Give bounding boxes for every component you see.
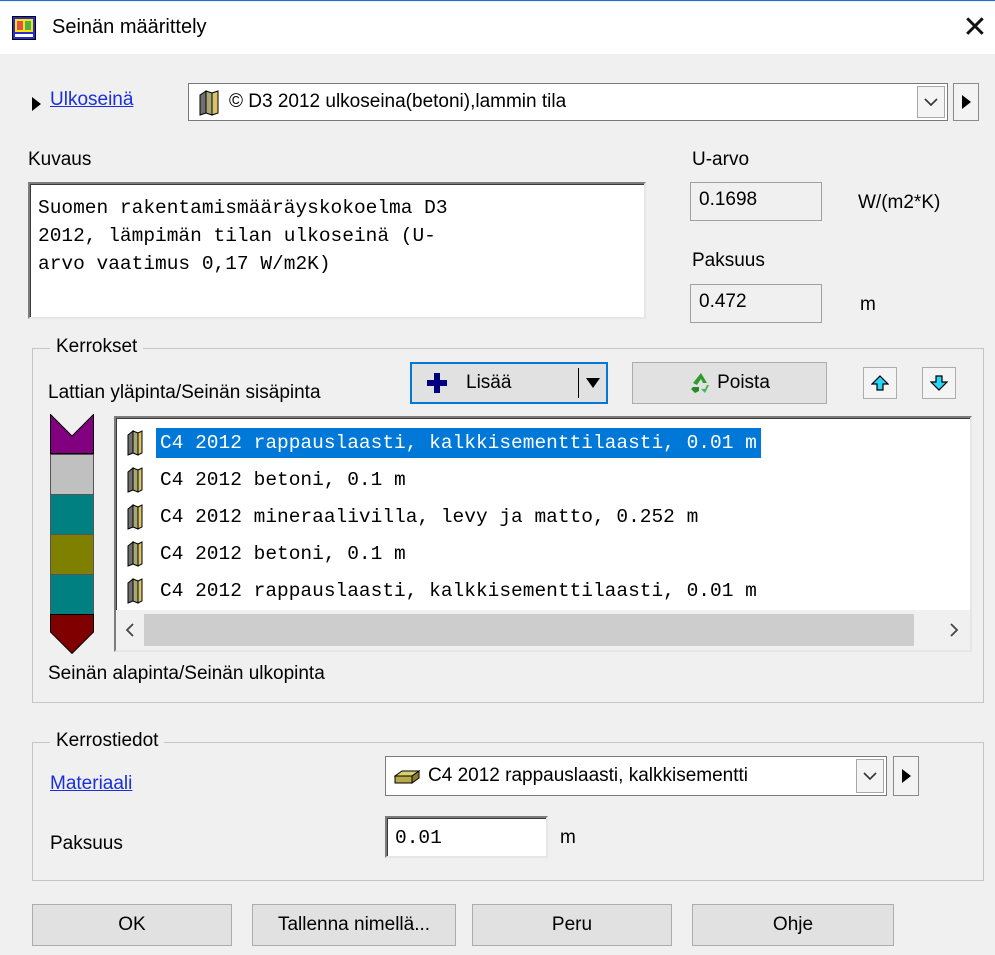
cancel-button[interactable]: Peru xyxy=(472,904,672,946)
arrow-right-icon xyxy=(961,95,971,109)
layer-swatch xyxy=(50,454,94,494)
save-as-button[interactable]: Tallenna nimellä... xyxy=(252,904,456,946)
scrollbar-thumb[interactable] xyxy=(144,614,914,646)
close-icon[interactable]: ✕ xyxy=(958,8,992,48)
chevron-down-icon xyxy=(863,772,877,781)
u-value-field: 0.1698 xyxy=(690,182,822,221)
layer-thickness-value: 0.01 xyxy=(395,827,442,849)
split-divider xyxy=(578,368,579,398)
layers-bottom-label: Seinän alapinta/Seinän ulkopinta xyxy=(48,663,325,684)
u-value-unit: W/(m2*K) xyxy=(858,192,941,213)
caret-down-icon[interactable] xyxy=(586,378,600,388)
layer-bottom-cap xyxy=(50,614,94,654)
list-item[interactable]: C4 2012 betoni, 0.1 m xyxy=(116,535,410,572)
layer-details-group-label: Kerrostiedot xyxy=(50,730,165,752)
ok-button[interactable]: OK xyxy=(32,904,232,946)
u-value-label: U-arvo xyxy=(692,149,750,170)
remove-layer-button[interactable]: Poista xyxy=(632,362,827,404)
wall-type-select[interactable]: © D3 2012 ulkoseina(betoni),lammin tila xyxy=(188,83,948,121)
material-next-button[interactable] xyxy=(893,756,919,796)
layer-swatch xyxy=(50,574,94,614)
layer-swatch xyxy=(50,534,94,574)
wall-type-dropdown-button[interactable] xyxy=(917,86,945,118)
material-value: C4 2012 rappauslaasti, kalkkisementti xyxy=(428,765,749,786)
description-text: Suomen rakentamismääräyskokoelma D3 2012… xyxy=(38,197,448,275)
layer-thickness-unit: m xyxy=(560,827,576,848)
help-button[interactable]: Ohje xyxy=(692,904,894,946)
wall-type-link[interactable]: Ulkoseinä xyxy=(50,89,133,111)
arrow-up-icon xyxy=(871,375,889,391)
wall-icon xyxy=(127,540,143,567)
layers-group-label: Kerrokset xyxy=(50,336,144,358)
horizontal-scrollbar[interactable] xyxy=(116,610,970,650)
arrow-right-icon xyxy=(901,769,911,783)
material-dropdown-button[interactable] xyxy=(856,759,884,793)
material-select[interactable]: C4 2012 rappauslaasti, kalkkisementti xyxy=(385,756,887,796)
move-down-button[interactable] xyxy=(922,367,956,399)
dialog-title: Seinän määrittely xyxy=(52,16,207,38)
add-layer-label: Lisää xyxy=(466,372,512,393)
dialog-window: Seinän määrittely ✕ Ulkoseinä © D3 2012 … xyxy=(0,0,995,955)
layer-thickness-input[interactable]: 0.01 xyxy=(385,816,548,858)
material-icon xyxy=(394,770,420,784)
wall-icon xyxy=(127,466,143,493)
list-item[interactable]: C4 2012 betoni, 0.1 m xyxy=(116,461,410,498)
description-field[interactable]: Suomen rakentamismääräyskokoelma D3 2012… xyxy=(28,182,646,319)
title-bar: Seinän määrittely ✕ xyxy=(0,2,995,54)
layer-top-cap xyxy=(50,414,94,454)
wall-type-next-button[interactable] xyxy=(953,83,979,121)
remove-layer-label: Poista xyxy=(717,372,770,393)
material-link[interactable]: Materiaali xyxy=(50,773,132,795)
scroll-left-icon[interactable] xyxy=(120,618,140,642)
thickness-field: 0.472 xyxy=(690,284,822,323)
scroll-right-icon[interactable] xyxy=(944,618,964,642)
plus-icon xyxy=(427,373,447,393)
recycle-icon xyxy=(691,373,710,393)
wall-icon xyxy=(127,503,143,530)
list-item-label: C4 2012 mineraalivilla, levy ja matto, 0… xyxy=(160,505,699,528)
list-item-label: C4 2012 betoni, 0.1 m xyxy=(160,542,406,565)
thickness-unit: m xyxy=(860,294,876,315)
list-item[interactable]: C4 2012 rappauslaasti, kalkkisementtilaa… xyxy=(116,424,761,461)
list-item-label: C4 2012 rappauslaasti, kalkkisementtilaa… xyxy=(160,579,757,602)
wall-icon xyxy=(127,429,143,456)
wall-icon xyxy=(199,90,219,116)
move-up-button[interactable] xyxy=(863,367,897,399)
expand-arrow-icon[interactable] xyxy=(32,95,41,117)
layer-thickness-label: Paksuus xyxy=(50,833,123,854)
layers-top-label: Lattian yläpinta/Seinän sisäpinta xyxy=(48,382,321,403)
chevron-down-icon xyxy=(924,98,938,107)
wall-type-value: © D3 2012 ulkoseina(betoni),lammin tila xyxy=(229,91,567,112)
wall-icon xyxy=(127,577,143,604)
list-item-label: C4 2012 rappauslaasti, kalkkisementtilaa… xyxy=(156,427,761,458)
description-label: Kuvaus xyxy=(28,149,92,170)
list-item[interactable]: C4 2012 rappauslaasti, kalkkisementtilaa… xyxy=(116,572,761,609)
arrow-down-icon xyxy=(930,375,948,391)
layer-list[interactable]: C4 2012 rappauslaasti, kalkkisementtilaa… xyxy=(114,416,972,652)
layer-swatch xyxy=(50,494,94,534)
app-icon xyxy=(12,16,36,40)
list-item-label: C4 2012 betoni, 0.1 m xyxy=(160,468,406,491)
add-layer-button[interactable]: Lisää xyxy=(410,362,608,404)
list-item[interactable]: C4 2012 mineraalivilla, levy ja matto, 0… xyxy=(116,498,702,535)
thickness-label: Paksuus xyxy=(692,250,765,271)
